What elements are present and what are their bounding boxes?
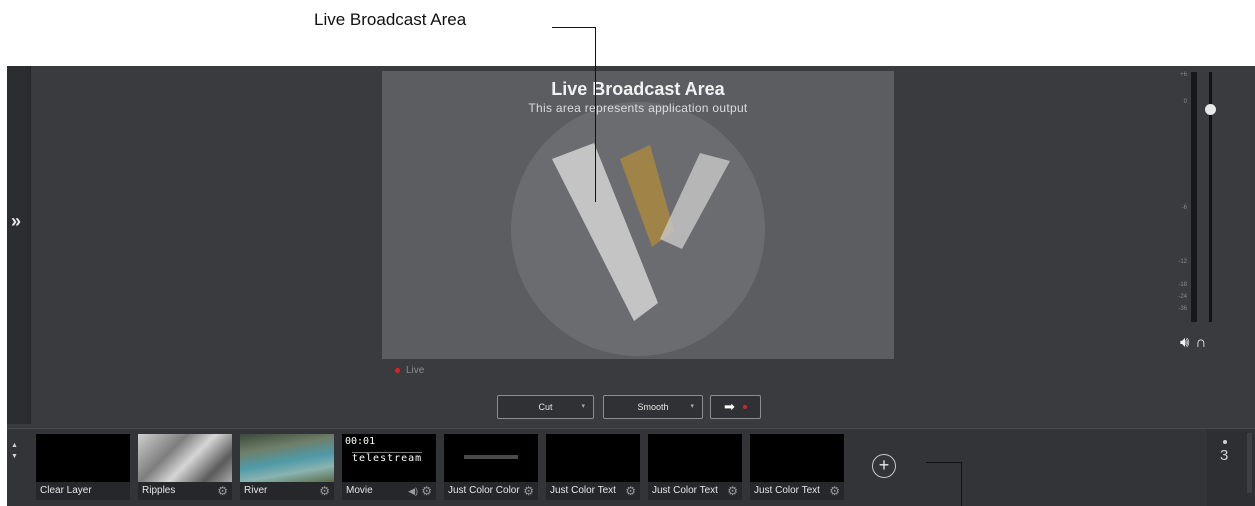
gear-icon[interactable]: ⚙	[829, 482, 840, 500]
arrow-right-icon: ➡	[724, 399, 735, 414]
monitor-icons: 🔊︎ ∩	[1180, 334, 1212, 351]
shot-thumbnail[interactable]	[138, 434, 232, 482]
telestream-logo: telestream	[352, 452, 423, 464]
scale-label: -6	[1181, 205, 1187, 211]
live-dot-icon	[742, 405, 747, 409]
layer-down-icon[interactable]: ▼	[11, 451, 18, 462]
shot-layer-strip: ▲ ▼ Clear Layer Ripples ⚙ River ⚙ 00:01 te…	[7, 428, 1255, 506]
shot-label[interactable]: Movie ◀) ⚙	[342, 482, 436, 500]
shot-label[interactable]: Just Color Text ⚙	[750, 482, 844, 500]
scale-label: 0	[1183, 99, 1187, 105]
color-bar	[464, 455, 518, 459]
expand-panel-icon[interactable]: »	[11, 211, 21, 232]
headphones-icon[interactable]: ∩	[1195, 334, 1206, 351]
preview-subtitle: This area represents application output	[528, 101, 748, 115]
shot-label[interactable]: River ⚙	[240, 482, 334, 500]
live-dot-icon	[395, 367, 400, 373]
shot-thumbnail[interactable]	[36, 434, 130, 482]
live-broadcast-preview: Live Broadcast Area This area represents…	[382, 71, 894, 359]
scale-label: +6	[1180, 72, 1187, 78]
shot-thumbnail[interactable]	[648, 434, 742, 482]
shot-label[interactable]: Just Color Color ⚙	[444, 482, 538, 500]
shot-label[interactable]: Just Color Text ⚙	[648, 482, 742, 500]
shot-thumbnail[interactable]: 00:01 telestream	[342, 434, 436, 482]
cut-transition-select[interactable]: Cut ▾	[497, 395, 594, 419]
gear-icon[interactable]: ⚙	[217, 482, 228, 500]
shot-name: Just Color Color	[448, 485, 520, 496]
shot-name: Clear Layer	[40, 485, 92, 496]
shot-thumbnail[interactable]	[240, 434, 334, 482]
page: Live Broadcast Area » Live Broadcast Are…	[0, 0, 1255, 506]
shot-name: Just Color Text	[550, 485, 616, 496]
live-indicator: Live	[395, 365, 424, 376]
add-shot-button[interactable]: +	[872, 454, 896, 478]
shot-name: Movie	[346, 485, 373, 496]
shot-name: Just Color Text	[652, 485, 718, 496]
shot-label[interactable]: Ripples ⚙	[138, 482, 232, 500]
scale-label: -18	[1178, 282, 1187, 288]
shot-label[interactable]: Just Color Text ⚙	[546, 482, 640, 500]
callout-line-h	[552, 27, 596, 28]
meter-scale: +6 0 -6 -12 -18 -24 -36	[1167, 72, 1187, 327]
left-rail: »	[7, 66, 31, 424]
go-button[interactable]: ➡	[710, 395, 761, 419]
vu-bar	[1191, 72, 1197, 322]
callout-line-v	[595, 27, 596, 202]
layer-up-icon[interactable]: ▲	[11, 440, 18, 451]
layer-pager: 3	[1207, 429, 1255, 506]
audio-meter: +6 0 -6 -12 -18 -24 -36 🔊︎ ∩	[1167, 72, 1227, 362]
cut-label: Cut	[538, 402, 553, 412]
shot-name: River	[244, 485, 268, 496]
chevron-down-icon: ▾	[690, 403, 694, 410]
gear-icon[interactable]: ⚙	[625, 482, 636, 500]
shot-thumbnail[interactable]	[750, 434, 844, 482]
gear-icon[interactable]: ⚙	[421, 482, 432, 500]
chevron-down-icon: ▾	[581, 403, 585, 410]
shot-thumbnail[interactable]	[546, 434, 640, 482]
layer-arrows: ▲ ▼	[11, 440, 18, 462]
gear-icon[interactable]: ⚙	[727, 482, 738, 500]
speaker-icon[interactable]: ◀)	[408, 482, 418, 500]
smooth-label: Smooth	[637, 402, 669, 412]
callout-label: Live Broadcast Area	[314, 10, 467, 29]
shot-label[interactable]: Clear Layer	[36, 482, 130, 500]
layer-number: 3	[1220, 447, 1229, 464]
layer-scrollbar[interactable]	[1247, 433, 1252, 493]
pager-dot-icon	[1223, 440, 1227, 444]
callout-line-v2	[961, 462, 962, 506]
gear-icon[interactable]: ⚙	[319, 482, 330, 500]
scale-label: -36	[1178, 306, 1187, 312]
shot-name: Just Color Text	[754, 485, 820, 496]
gear-icon[interactable]: ⚙	[523, 482, 534, 500]
shot-thumbnail[interactable]	[444, 434, 538, 482]
callout-line-h2	[926, 462, 962, 463]
scale-label: -24	[1178, 294, 1187, 300]
scale-label: -12	[1178, 259, 1187, 265]
preview-title: Live Broadcast Area	[551, 79, 725, 99]
volume-fader-knob[interactable]	[1205, 104, 1216, 115]
movie-timer: 00:01	[345, 436, 376, 447]
live-label: Live	[406, 365, 425, 376]
smooth-transition-select[interactable]: Smooth ▾	[603, 395, 703, 419]
speaker-icon[interactable]: 🔊︎	[1180, 334, 1189, 351]
shot-name: Ripples	[142, 485, 176, 496]
